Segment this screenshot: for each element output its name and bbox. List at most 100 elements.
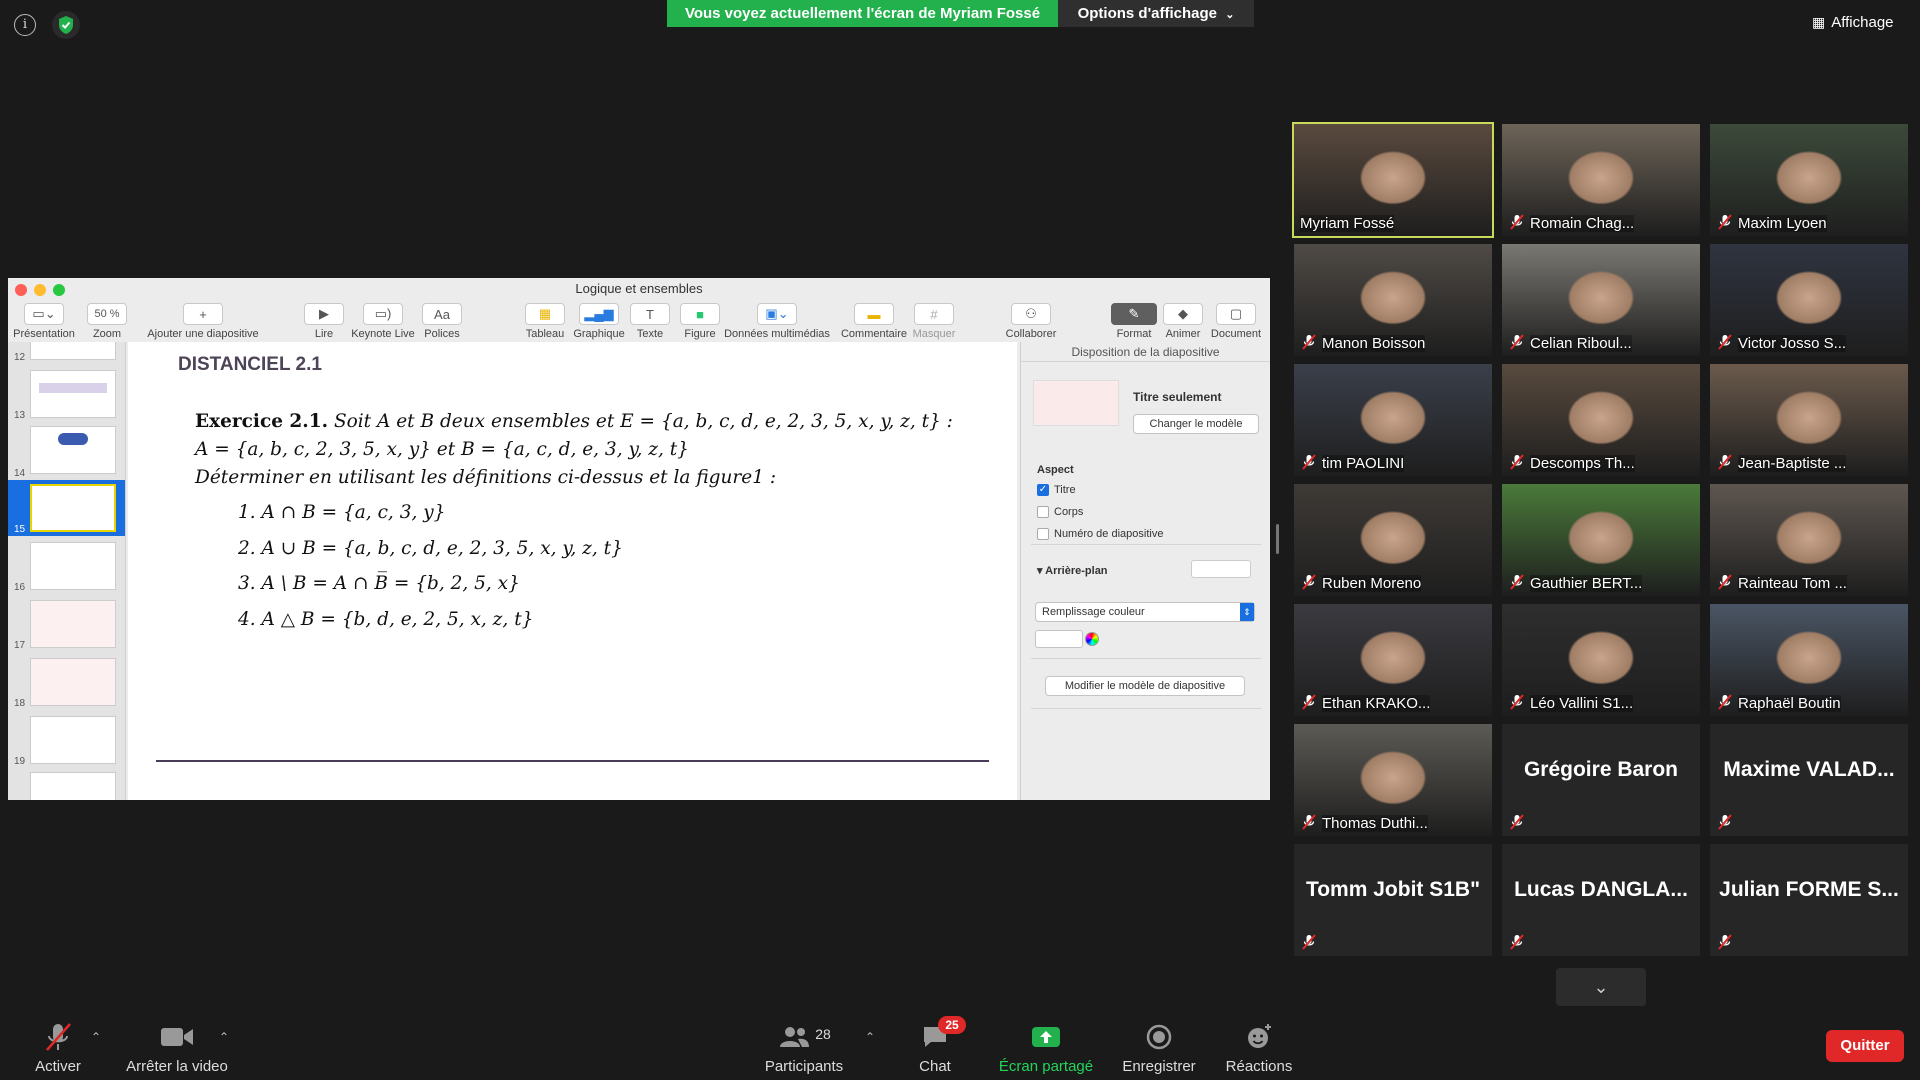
participants-options-button[interactable]: ⌃ [862,1020,878,1058]
answer-item[interactable]: 2. A ∪ B = {a, b, c, d, e, 2, 3, 5, x, y… [238,538,623,559]
answer-item[interactable]: 4. A △ B = {b, d, e, 2, 5, x, z, t} [238,609,533,630]
format-button[interactable]: ✎ Format [1109,300,1159,342]
slide-thumbnail-selected[interactable] [30,484,116,532]
slide-navigator[interactable]: 12 13 14 15 16 17 18 19 [8,342,126,800]
participant-tile[interactable]: tim PAOLINI [1294,364,1492,476]
table-icon: ▦ [525,303,565,325]
fill-color-well[interactable] [1035,630,1083,648]
slide-thumbnail[interactable] [30,772,116,800]
slide-thumbnail[interactable] [30,658,116,706]
unmute-button[interactable]: Activer [30,1020,86,1075]
participant-name: Ruben Moreno [1322,575,1422,592]
answer-item[interactable]: 1. A ∩ B = {a, c, 3, y} [238,502,445,523]
comment-icon: ▬ [854,303,894,325]
shape-button[interactable]: ■ Figure [676,300,724,342]
participants-button[interactable]: 28 Participants [762,1020,846,1075]
slide-thumbnail[interactable] [30,542,116,590]
panel-header: Disposition de la diapositive [1021,342,1270,362]
background-color-well[interactable] [1191,560,1251,578]
add-slide-button[interactable]: + Ajouter une diapositive [138,300,268,342]
zoom-button[interactable]: 50 % Zoom [84,300,130,342]
mask-icon: # [914,303,954,325]
media-label: Données multimédias [724,328,830,340]
participant-tile[interactable]: Manon Boisson [1294,244,1492,356]
active-speaker-tile[interactable]: Myriam Fossé [1292,122,1494,238]
participant-tile[interactable]: Gauthier BERT... [1502,484,1700,596]
background-heading[interactable]: ▾ Arrière-plan [1037,564,1108,577]
shield-icon[interactable] [52,11,80,39]
participant-tile[interactable]: Thomas Duthi... [1294,724,1492,836]
chevron-up-icon: ⌃ [864,1030,876,1044]
next-page-button[interactable]: ⌄ [1556,968,1646,1006]
chat-label: Chat [919,1058,951,1075]
participant-tile[interactable]: Lucas DANGLA... [1502,844,1700,956]
participant-tile[interactable]: Rainteau Tom ... [1710,484,1908,596]
slide-number: 18 [14,698,26,709]
view-options-button[interactable]: Options d'affichage ⌄ [1058,0,1254,27]
share-screen-button[interactable]: Écran partagé [996,1020,1096,1075]
animate-button[interactable]: ◆ Animer [1160,300,1206,342]
exercise-text[interactable]: Exercice 2.1. Soit A et B deux ensembles… [195,408,1015,492]
participant-tile[interactable]: Ruben Moreno [1294,484,1492,596]
checkbox-checked[interactable]: ✓ [1037,484,1049,496]
leave-meeting-button[interactable]: Quitter [1826,1030,1904,1062]
document-button[interactable]: ▢ Document [1208,300,1264,342]
presentation-button[interactable]: ▭⌄ Présentation [12,300,76,342]
view-label: Affichage [1831,13,1894,31]
slide-thumbnail[interactable] [30,370,116,418]
reactions-button[interactable]: Réactions [1224,1020,1294,1075]
muted-microphone-icon [43,1020,73,1054]
participant-tile[interactable]: Léo Vallini S1... [1502,604,1700,716]
participant-tile[interactable]: Maxime VALAD... [1710,724,1908,836]
participant-tile[interactable]: Tomm Jobit S1B" [1294,844,1492,956]
text-button[interactable]: T Texte [628,300,672,342]
play-button[interactable]: ▶ Lire [302,300,346,342]
slide-thumbnail[interactable] [30,426,116,474]
view-button[interactable]: ▦ Affichage [1812,10,1894,34]
collaborate-button[interactable]: ⚇ Collaborer [1002,300,1060,342]
slide-thumbnail[interactable] [30,342,116,360]
change-model-button[interactable]: Changer le modèle [1133,414,1259,434]
split-resize-handle[interactable] [1276,524,1279,554]
slide-thumbnail[interactable] [30,716,116,764]
checkbox[interactable] [1037,506,1049,518]
slide-title[interactable]: DISTANCIEL 2.1 [178,354,322,376]
comment-button[interactable]: ▬ Commentaire [834,300,914,342]
slide-number-option-label: Numéro de diapositive [1054,528,1164,540]
info-icon[interactable]: i [14,14,36,36]
chart-icon: ▂▄▆ [579,303,619,325]
layout-thumbnail[interactable] [1033,380,1119,426]
participant-tile[interactable]: Victor Josso S... [1710,244,1908,356]
participant-tile[interactable]: Romain Chag... [1502,124,1700,236]
participant-tile[interactable]: Julian FORME S... [1710,844,1908,956]
slide-thumbnail[interactable] [30,600,116,648]
title-option[interactable]: ✓ Titre [1037,484,1076,496]
chart-button[interactable]: ▂▄▆ Graphique [570,300,628,342]
participant-tile[interactable]: Descomps Th... [1502,364,1700,476]
fonts-button[interactable]: Aa Polices [420,300,464,342]
color-wheel-icon[interactable] [1085,632,1099,646]
resize-handle[interactable] [1008,438,1012,468]
participant-tile[interactable]: Ethan KRAKO... [1294,604,1492,716]
fill-type-value: Remplissage couleur [1042,606,1145,618]
slide-canvas[interactable]: DISTANCIEL 2.1 Exercice 2.1. Soit A et B… [128,342,1017,800]
record-button[interactable]: Enregistrer [1118,1020,1200,1075]
edit-model-button[interactable]: Modifier le modèle de diapositive [1045,676,1245,696]
participant-tile[interactable]: Raphaël Boutin [1710,604,1908,716]
checkbox[interactable] [1037,528,1049,540]
participant-tile[interactable]: Maxim Lyoen [1710,124,1908,236]
participant-name: Raphaël Boutin [1738,695,1841,712]
audio-options-button[interactable]: ⌃ [88,1020,104,1058]
participant-tile[interactable]: Grégoire Baron [1502,724,1700,836]
participant-tile[interactable]: Jean-Baptiste ... [1710,364,1908,476]
slide-number-option[interactable]: Numéro de diapositive [1037,528,1163,540]
media-button[interactable]: ▣⌄ Données multimédias [720,300,834,342]
table-label: Tableau [525,328,565,340]
body-option[interactable]: Corps [1037,506,1083,518]
table-button[interactable]: ▦ Tableau [516,300,574,342]
participant-tile[interactable]: Celian Riboul... [1502,244,1700,356]
answer-item[interactable]: 3. A \ B = A ∩ B̅ = {b, 2, 5, x} [238,573,520,594]
fill-type-select[interactable]: Remplissage couleur ⇕ [1035,602,1255,622]
keynote-live-button[interactable]: ▭) Keynote Live [350,300,416,342]
video-options-button[interactable]: ⌃ [216,1020,232,1058]
